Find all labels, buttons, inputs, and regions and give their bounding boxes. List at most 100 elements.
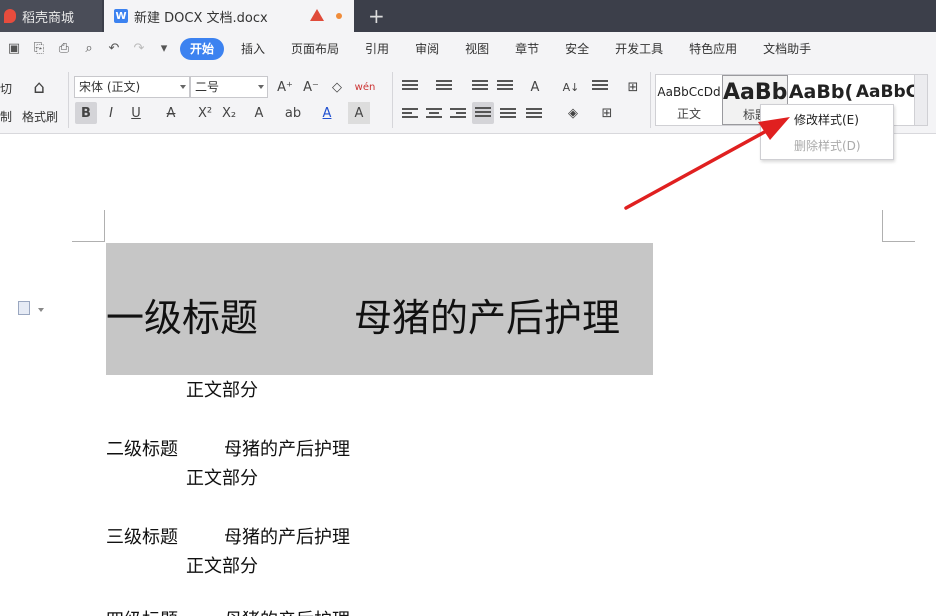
justify-button[interactable] — [472, 102, 494, 124]
font-size-value: 二号 — [195, 80, 220, 94]
style-preview: AaBb( — [788, 81, 854, 103]
chevron-down-icon[interactable] — [38, 308, 44, 312]
copy-button[interactable]: 制 — [0, 108, 12, 125]
new-tab-icon[interactable]: + — [368, 4, 385, 28]
heading-3-title[interactable]: 母猪的产后护理 — [224, 523, 350, 549]
style-normal[interactable]: AaBbCcDd 正文 — [656, 75, 722, 125]
menu-view[interactable]: 视图 — [452, 38, 502, 60]
ribbon-divider — [650, 72, 651, 128]
body-text[interactable]: 正文部分 — [186, 376, 258, 402]
font-name-select[interactable]: 宋体 (正文) — [74, 76, 190, 98]
ribbon-divider — [392, 72, 393, 128]
print-preview-icon[interactable]: ⎘ — [31, 41, 47, 57]
heading-2-label[interactable]: 二级标题 — [106, 435, 178, 461]
menu-home[interactable]: 开始 — [180, 38, 225, 60]
align-left-icon[interactable] — [402, 108, 418, 120]
tab-store-label: 稻壳商城 — [22, 10, 75, 26]
text-effects-button[interactable]: A — [248, 102, 270, 124]
margin-marker — [882, 210, 883, 242]
line-break-icon[interactable] — [592, 80, 608, 92]
style-context-menu: 修改样式(E) 删除样式(D) — [760, 104, 894, 160]
italic-button[interactable]: I — [100, 102, 122, 124]
docer-logo-icon — [4, 9, 16, 23]
margin-marker — [104, 210, 105, 242]
print-icon[interactable]: ⎙ — [56, 41, 72, 57]
unsaved-dot-icon — [336, 13, 342, 19]
subscript-button[interactable]: X₂ — [218, 102, 240, 124]
char-shading-button[interactable]: A — [348, 102, 370, 124]
increase-indent-icon[interactable] — [497, 80, 513, 92]
margin-marker — [72, 241, 104, 242]
borders-icon[interactable]: ⊞ — [596, 102, 618, 124]
shading-icon[interactable]: ◈ — [562, 102, 584, 124]
save-icon[interactable]: ▣ — [6, 41, 22, 57]
bullet-list-icon[interactable] — [402, 80, 418, 92]
menu-chapter[interactable]: 章节 — [502, 38, 552, 60]
style-preview: AaBb — [723, 80, 787, 105]
font-size-select[interactable]: 二号 — [190, 76, 268, 98]
strikethrough-button[interactable]: A — [160, 102, 182, 124]
superscript-button[interactable]: X² — [194, 102, 216, 124]
redo-icon[interactable]: ↷ — [131, 41, 147, 57]
clear-format-icon[interactable]: ◇ — [326, 76, 348, 98]
body-text[interactable]: 正文部分 — [186, 464, 258, 490]
text-direction-button[interactable]: A — [524, 76, 546, 98]
shrink-font-button[interactable]: A⁻ — [300, 76, 322, 98]
menu-doc-assistant[interactable]: 文档助手 — [750, 38, 824, 60]
preview-icon[interactable]: ⌕ — [81, 41, 97, 57]
menu-references[interactable]: 引用 — [352, 38, 402, 60]
tab-document[interactable]: W 新建 DOCX 文档.docx — [104, 0, 354, 32]
menu-developer[interactable]: 开发工具 — [602, 38, 676, 60]
line-spacing-icon[interactable] — [526, 108, 542, 120]
document-area: 一级标题 母猪的产后护理 正文部分 二级标题 母猪的产后护理 正文部分 三级标题… — [0, 134, 936, 616]
distributed-align-icon[interactable] — [500, 108, 516, 120]
margin-marker — [883, 241, 915, 242]
style-gallery-scroll[interactable] — [914, 74, 928, 126]
body-text[interactable]: 正文部分 — [186, 552, 258, 578]
highlight-button[interactable]: ab — [282, 102, 304, 124]
underline-button[interactable]: U — [125, 102, 147, 124]
grow-font-button[interactable]: A⁺ — [274, 76, 296, 98]
sort-button[interactable]: A↓ — [560, 76, 582, 98]
quick-access-toolbar: ▣ ⎘ ⎙ ⌕ ↶ ↷ ▾ — [0, 41, 180, 57]
decrease-indent-icon[interactable] — [472, 80, 488, 92]
modify-style-menu-item[interactable]: 修改样式(E) — [761, 108, 893, 132]
undo-icon[interactable]: ↶ — [106, 41, 122, 57]
tab-document-label: 新建 DOCX 文档.docx — [134, 10, 268, 26]
chevron-down-icon — [180, 85, 186, 89]
dropdown-icon[interactable]: ▾ — [156, 41, 172, 57]
table-grid-icon[interactable]: ⊞ — [622, 76, 644, 98]
tab-store[interactable]: 稻壳商城 — [0, 0, 102, 32]
heading-1-selected[interactable]: 一级标题 母猪的产后护理 — [106, 243, 653, 375]
cut-button[interactable]: 切 — [0, 80, 12, 97]
heading-4-label[interactable]: 四级标题 — [106, 606, 178, 616]
menu-page-layout[interactable]: 页面布局 — [278, 38, 352, 60]
style-preview: AaBbCcDd — [657, 85, 721, 99]
menu-security[interactable]: 安全 — [552, 38, 602, 60]
chevron-down-icon — [258, 85, 264, 89]
align-right-icon[interactable] — [450, 108, 466, 120]
navigation-pane-icon[interactable] — [18, 301, 30, 315]
heading-4-title[interactable]: 母猪的产后护理 — [224, 606, 350, 616]
menu-special-apps[interactable]: 特色应用 — [676, 38, 750, 60]
font-name-value: 宋体 (正文) — [79, 80, 141, 94]
heading-3-label[interactable]: 三级标题 — [106, 523, 178, 549]
format-painter-icon[interactable]: ⌂ — [28, 76, 50, 98]
format-painter-button[interactable]: 格式刷 — [22, 108, 58, 125]
tab-bar: 稻壳商城 W 新建 DOCX 文档.docx + — [0, 0, 936, 32]
heading-1-title: 母猪的产后护理 — [354, 296, 621, 340]
warning-icon[interactable] — [310, 9, 324, 21]
pinyin-button[interactable]: wén — [354, 76, 376, 98]
bold-button[interactable]: B — [75, 102, 97, 124]
menu-insert[interactable]: 插入 — [228, 38, 278, 60]
font-color-button[interactable]: A — [316, 102, 338, 124]
menu-review[interactable]: 审阅 — [402, 38, 452, 60]
menu-bar: ▣ ⎘ ⎙ ⌕ ↶ ↷ ▾ 开始 插入 页面布局 引用 审阅 视图 章节 安全 … — [0, 32, 936, 66]
wps-writer-icon: W — [114, 9, 128, 23]
style-name: 正文 — [676, 107, 701, 121]
heading-2-title[interactable]: 母猪的产后护理 — [224, 435, 350, 461]
align-center-icon[interactable] — [426, 108, 442, 120]
heading-1-label: 一级标题 — [106, 296, 259, 340]
delete-style-menu-item: 删除样式(D) — [794, 139, 861, 153]
numbered-list-icon[interactable] — [436, 80, 452, 92]
